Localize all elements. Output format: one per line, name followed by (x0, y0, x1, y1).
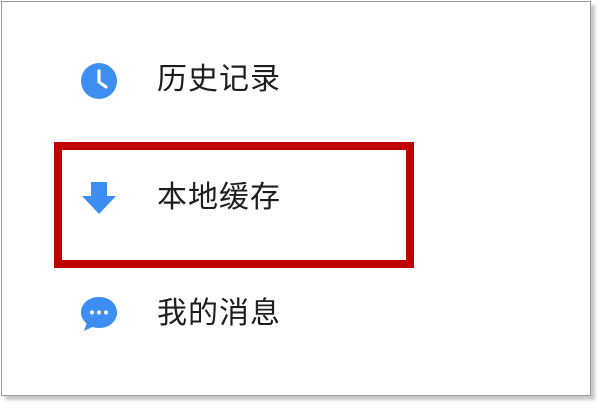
menu-item-label: 历史记录 (157, 62, 281, 97)
menu-item-messages[interactable]: 我的消息 (2, 274, 590, 354)
menu-item-history[interactable]: 历史记录 (2, 40, 590, 120)
chat-bubble-icon (79, 294, 119, 334)
clock-icon (79, 61, 119, 101)
menu-item-local-cache[interactable]: 本地缓存 (2, 160, 590, 240)
menu-item-label: 本地缓存 (157, 180, 281, 215)
download-arrow-icon (79, 178, 119, 218)
menu-item-label: 我的消息 (157, 296, 281, 331)
menu-panel: 历史记录 本地缓存 我的消息 (1, 1, 591, 396)
